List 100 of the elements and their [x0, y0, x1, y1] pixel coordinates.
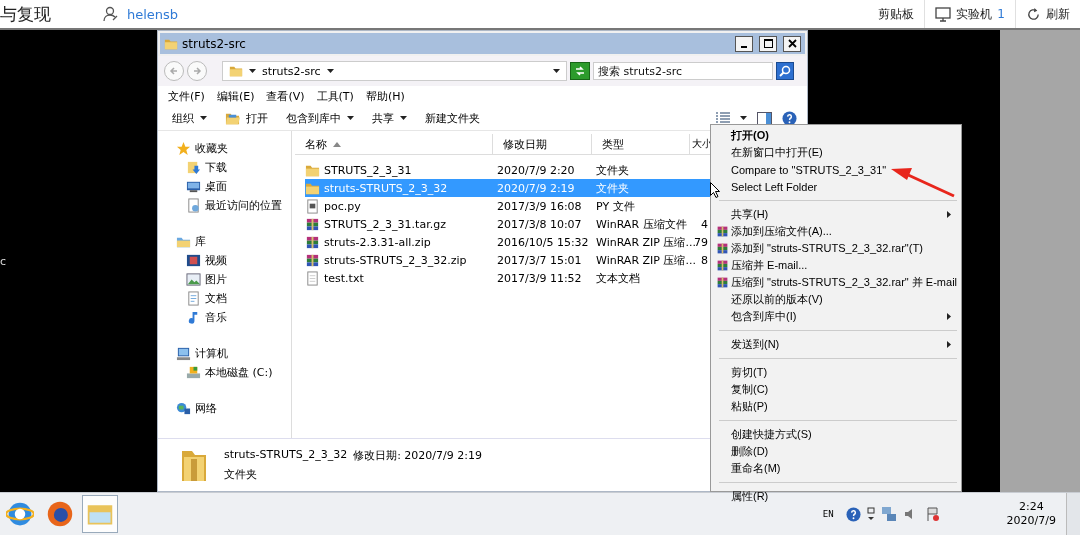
file-type: WinRAR 压缩文件: [596, 216, 687, 232]
file-icon: [305, 198, 320, 214]
document-icon: [186, 291, 201, 306]
refresh-button[interactable]: [570, 62, 590, 80]
submenu-arrow-icon: [947, 341, 951, 348]
nav-item[interactable]: 最近访问的位置: [158, 196, 291, 215]
file-size: 79: [694, 235, 708, 249]
modified-date: 2017/3/9 16:08: [497, 199, 582, 213]
nav-item[interactable]: 视频: [158, 251, 291, 270]
cursor-icon: [710, 182, 720, 198]
menu-item[interactable]: 打开(O): [713, 127, 959, 144]
column-header[interactable]: 修改日期: [493, 134, 592, 154]
caret-icon: [326, 69, 334, 73]
menu-item[interactable]: 删除(D): [713, 443, 959, 460]
file-name: test.txt: [324, 271, 364, 285]
sort-icon: [333, 141, 341, 147]
caret-icon: [347, 116, 354, 120]
page-title: 与复现: [0, 2, 51, 26]
file-icon: [305, 270, 320, 286]
menu-item[interactable]: 添加到压缩文件(A)...: [713, 223, 959, 240]
menu-item[interactable]: 压缩到 "struts-STRUTS_2_3_32.rar" 并 E-mail: [713, 274, 959, 291]
document-icon: [186, 198, 201, 213]
nav-item[interactable]: 桌面: [158, 177, 291, 196]
archive-icon: [715, 242, 729, 255]
maximize-button[interactable]: [759, 35, 777, 52]
menu-item[interactable]: 查看(V): [266, 88, 305, 104]
toolbar-button[interactable]: 打开: [221, 110, 272, 126]
modified-date: 2020/7/9 2:19: [497, 181, 575, 195]
network-icon[interactable]: [880, 506, 897, 522]
nav-item[interactable]: 本地磁盘 (C:): [158, 363, 291, 382]
minimize-button[interactable]: [735, 35, 753, 52]
nav-item[interactable]: 图片: [158, 270, 291, 289]
refresh-icon: [574, 66, 586, 76]
menu-item[interactable]: 文件(F): [168, 88, 205, 104]
view-list-icon[interactable]: [716, 112, 730, 124]
menu-item[interactable]: 压缩并 E-mail...: [713, 257, 959, 274]
file-name: struts-STRUTS_2_3_32.zip: [324, 253, 467, 267]
language-indicator[interactable]: EN: [822, 509, 834, 519]
menu-item[interactable]: 编辑(E): [216, 88, 255, 104]
archive-icon: [715, 276, 729, 289]
archive-icon: [305, 234, 320, 250]
search-field[interactable]: 搜索 struts2-src: [593, 62, 773, 80]
menu-item[interactable]: 工具(T): [316, 88, 354, 104]
toolbar-button[interactable]: 新建文件夹: [421, 110, 484, 126]
monitor-icon: [935, 6, 952, 22]
archive-icon: [715, 259, 729, 272]
nav-item[interactable]: 计算机: [158, 344, 291, 363]
caret-icon: [400, 116, 407, 120]
modified-date: 2017/3/9 11:52: [497, 271, 582, 285]
cut-text: c: [0, 254, 7, 268]
nav-item[interactable]: 网络: [158, 399, 291, 418]
nav-item[interactable]: 收藏夹: [158, 139, 291, 158]
help-icon[interactable]: [845, 506, 861, 522]
search-button[interactable]: [776, 62, 794, 80]
menu-item[interactable]: 包含到库中(I): [713, 308, 959, 325]
menu-item[interactable]: 属性(R): [713, 488, 959, 505]
menu-item[interactable]: 创建快捷方式(S): [713, 426, 959, 443]
nav-item[interactable]: 音乐: [158, 308, 291, 327]
file-name: STRUTS_2_3_31.tar.gz: [324, 217, 446, 231]
menu-item[interactable]: 粘贴(P): [713, 398, 959, 415]
file-name: struts-2.3.31-all.zip: [324, 235, 431, 249]
file-type: 文件夹: [596, 180, 629, 196]
modified-info: 修改日期: 2020/7/9 2:19: [353, 448, 482, 463]
file-size: 4: [701, 217, 708, 231]
address-bar[interactable]: struts2-src: [222, 61, 567, 81]
nav-item[interactable]: 库: [158, 232, 291, 251]
menu-item[interactable]: 共享(H): [713, 206, 959, 223]
caret-icon: [553, 69, 560, 73]
help-icon[interactable]: [782, 110, 797, 126]
download-folder-icon: [186, 160, 201, 175]
menu-item[interactable]: Compare to "STRUTS_2_3_31": [713, 161, 959, 178]
toolbar-button[interactable]: 共享: [368, 110, 411, 126]
nav-item[interactable]: 文档: [158, 289, 291, 308]
menu-item[interactable]: 帮助(H): [365, 88, 405, 104]
user-link[interactable]: helensb: [127, 6, 179, 22]
modified-date: 2017/3/7 15:01: [497, 253, 582, 267]
preview-pane-icon[interactable]: [757, 111, 772, 125]
column-header[interactable]: 名称: [295, 134, 493, 154]
menu-item[interactable]: 剪切(T): [713, 364, 959, 381]
menu-item[interactable]: 在新窗口中打开(E): [713, 144, 959, 161]
flag-icon[interactable]: [924, 506, 941, 522]
item-name: struts-STRUTS_2_3_32: [224, 448, 348, 463]
star-icon: [176, 141, 191, 156]
nav-item[interactable]: 下载: [158, 158, 291, 177]
menu-item[interactable]: 重命名(M): [713, 460, 959, 477]
clock[interactable]: 2:24 2020/7/9: [1006, 500, 1056, 528]
minimize-icon: [741, 45, 747, 48]
toolbar-button[interactable]: 包含到库中: [282, 110, 358, 126]
menu-item[interactable]: 发送到(N): [713, 336, 959, 353]
menu-item[interactable]: 还原以前的版本(V): [713, 291, 959, 308]
archive-icon: [305, 216, 320, 232]
menu-item[interactable]: 复制(C): [713, 381, 959, 398]
menu-item[interactable]: 添加到 "struts-STRUTS_2_3_32.rar"(T): [713, 240, 959, 257]
tray-menu-icon[interactable]: [866, 506, 875, 522]
column-header[interactable]: 类型: [592, 134, 690, 154]
computer-icon: [176, 346, 191, 361]
file-type: 文本文档: [596, 270, 640, 286]
picture-icon: [186, 272, 201, 287]
toolbar-button[interactable]: 组织: [168, 110, 211, 126]
close-button[interactable]: [783, 35, 801, 52]
